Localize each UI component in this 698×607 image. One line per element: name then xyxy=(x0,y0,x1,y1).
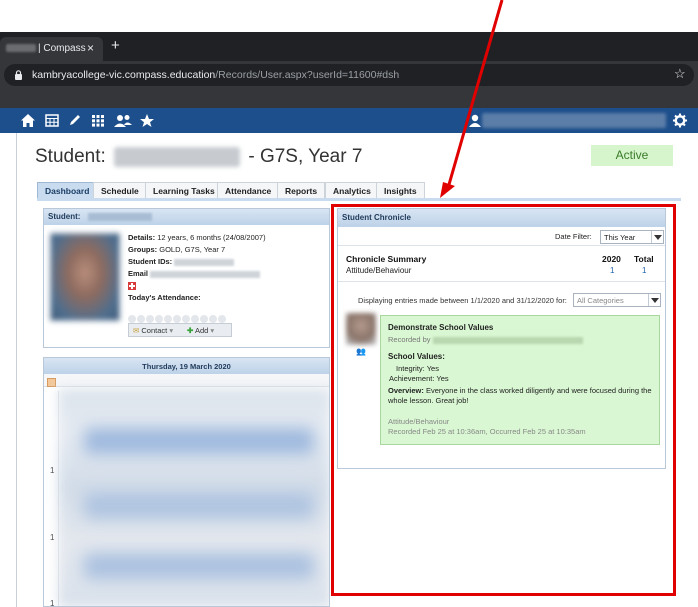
screenshot-root: | Compass × + kambryacollege-vic.compass… xyxy=(0,0,698,607)
time-label: 1 xyxy=(50,599,55,607)
new-tab-icon[interactable]: + xyxy=(111,38,120,53)
tab-title-redaction xyxy=(6,44,36,53)
tab-analytics[interactable]: Analytics xyxy=(325,182,379,198)
gear-icon[interactable] xyxy=(672,113,688,128)
tab-dashboard[interactable]: Dashboard xyxy=(37,182,98,198)
attendance-dot xyxy=(164,315,172,323)
annotation-highlight-box xyxy=(331,204,676,596)
student-name-redacted xyxy=(114,146,241,167)
attendance-dot xyxy=(182,315,190,323)
student-action-buttons: ✉ Contact ▾ ✚ Add ▾ xyxy=(128,323,232,337)
calendar-event-redacted[interactable] xyxy=(84,493,314,519)
calendar-toolbar xyxy=(44,374,329,387)
lock-icon[interactable] xyxy=(14,70,23,80)
chevron-down-icon: ▾ xyxy=(169,326,174,335)
time-label: 1 xyxy=(50,466,55,475)
user-icon[interactable] xyxy=(467,113,483,128)
tabs-underline xyxy=(37,198,681,201)
envelope-icon: ✉ xyxy=(133,326,140,335)
attendance-dot xyxy=(191,315,199,323)
student-name-redacted xyxy=(88,212,153,221)
page-title: Student: - G7S, Year 7 xyxy=(35,146,363,167)
browser-tab-strip: | Compass × + xyxy=(0,32,698,61)
tab-attendance[interactable]: Attendance xyxy=(217,182,280,198)
plus-icon: ✚ xyxy=(187,326,194,335)
tab-reports[interactable]: Reports xyxy=(277,182,326,198)
people-icon[interactable] xyxy=(113,113,133,128)
email-redacted xyxy=(150,270,261,278)
bookmark-star-icon[interactable]: ☆ xyxy=(674,66,686,82)
groups-row: Groups: GOLD, G7S, Year 7 xyxy=(128,245,226,254)
medical-row xyxy=(128,280,326,292)
student-details: Details: 12 years, 6 months (24/08/2007)… xyxy=(128,232,326,304)
student-panel-header: Student: xyxy=(44,209,329,225)
calendar-legend-chip[interactable] xyxy=(47,378,56,387)
address-bar[interactable]: kambryacollege-vic.compass.education/Rec… xyxy=(4,64,694,86)
browser-tab[interactable]: | Compass × xyxy=(0,37,103,61)
tab-learning-tasks[interactable]: Learning Tasks xyxy=(145,182,223,198)
attendance-dot xyxy=(128,315,136,323)
calendar-icon[interactable] xyxy=(44,113,60,128)
student-details-panel: Student: Details: 12 years, 6 months (24… xyxy=(43,208,330,348)
medical-alert-icon[interactable] xyxy=(128,282,136,291)
attendance-dot xyxy=(155,315,163,323)
star-icon[interactable] xyxy=(139,113,155,128)
attendance-row: Today's Attendance: xyxy=(128,293,201,302)
contact-button[interactable]: ✉ Contact ▾ xyxy=(133,326,173,335)
details-row: Details: 12 years, 6 months (24/08/2007) xyxy=(128,233,266,242)
browser-bookmarks-bar xyxy=(0,89,698,108)
student-ids-row: Student IDs: xyxy=(128,256,326,268)
student-id-redacted xyxy=(174,258,235,266)
user-name-redacted[interactable] xyxy=(482,113,666,128)
attendance-dot xyxy=(218,315,226,323)
attendance-dot xyxy=(137,315,145,323)
calendar-event-redacted[interactable] xyxy=(84,553,314,579)
chevron-down-icon: ▾ xyxy=(210,326,215,335)
calendar-event-redacted[interactable] xyxy=(84,428,314,454)
attendance-dot xyxy=(173,315,181,323)
pencil-icon[interactable] xyxy=(67,113,83,128)
grid-icon[interactable] xyxy=(90,113,106,128)
tab-insights[interactable]: Insights xyxy=(376,182,425,198)
tab-schedule[interactable]: Schedule xyxy=(93,182,147,198)
home-icon[interactable] xyxy=(20,113,36,128)
browser-toolbar: kambryacollege-vic.compass.education/Rec… xyxy=(0,61,698,89)
compass-navbar xyxy=(0,108,698,133)
tab-close-icon[interactable]: × xyxy=(87,41,94,55)
attendance-dot xyxy=(200,315,208,323)
browser-tab-title: | Compass xyxy=(6,43,86,54)
email-row: Email xyxy=(128,268,326,280)
calendar-panel: Thursday, 19 March 2020 1 1 1 xyxy=(43,357,330,607)
status-badge: Active xyxy=(591,145,673,166)
attendance-dot xyxy=(209,315,217,323)
student-photo xyxy=(50,233,120,321)
time-label: 1 xyxy=(50,533,55,542)
url-text[interactable]: kambryacollege-vic.compass.education/Rec… xyxy=(32,69,399,81)
add-button[interactable]: ✚ Add ▾ xyxy=(187,326,214,335)
calendar-date: Thursday, 19 March 2020 xyxy=(44,358,329,374)
attendance-dot xyxy=(146,315,154,323)
